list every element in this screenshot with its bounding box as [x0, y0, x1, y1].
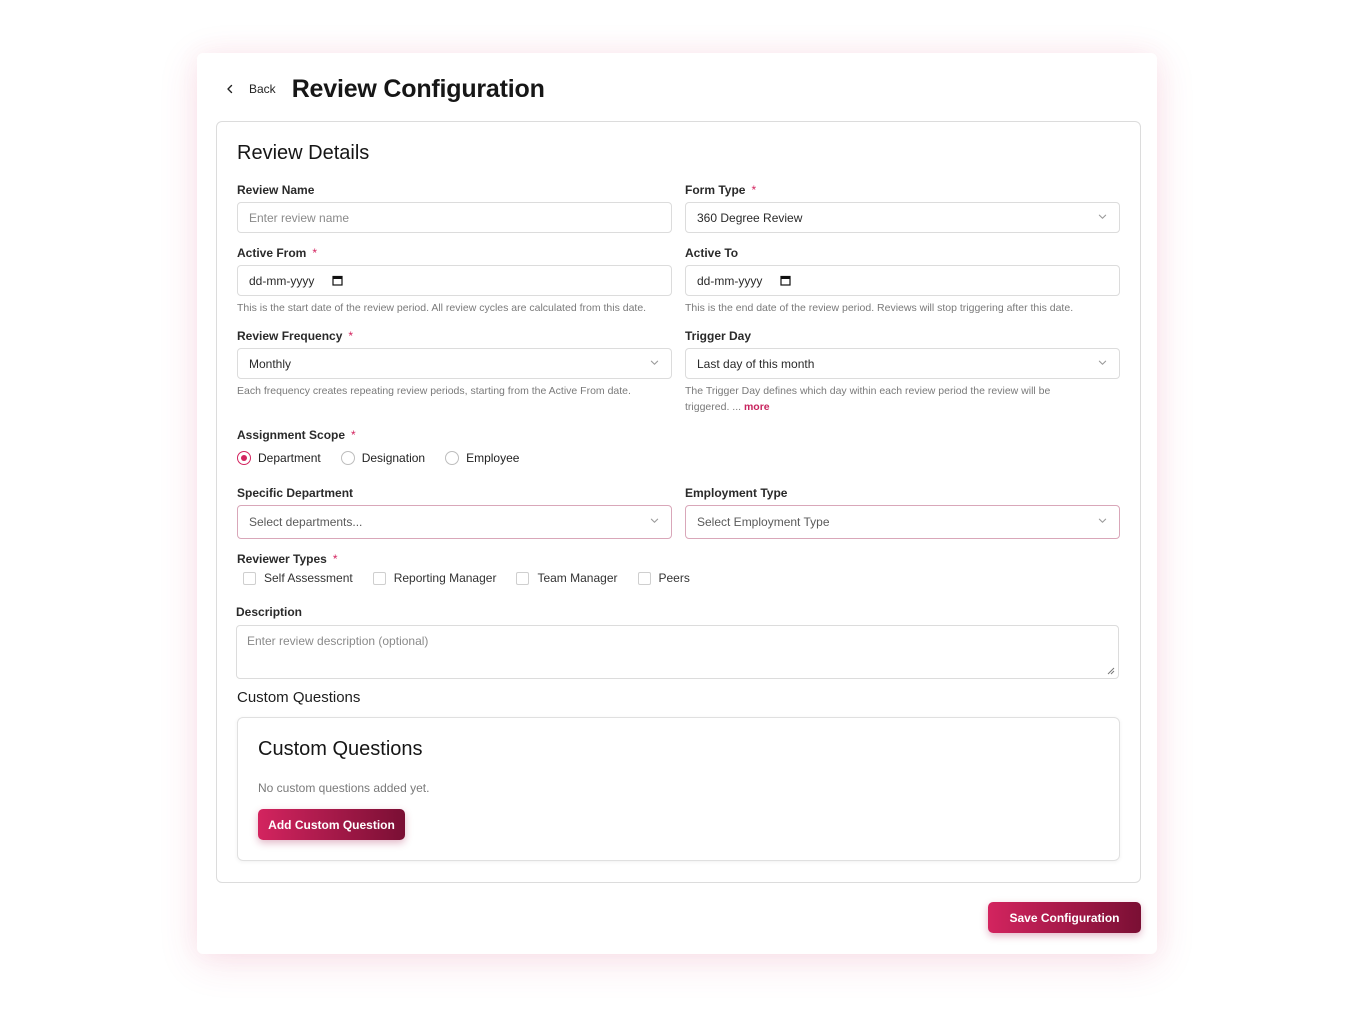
back-label: Back — [249, 82, 276, 96]
reviewer-types-label-text: Reviewer Types — [237, 552, 327, 566]
review-name-label: Review Name — [237, 183, 314, 197]
radio-department[interactable]: Department — [237, 451, 321, 465]
radio-label: Designation — [361, 451, 426, 465]
active-to-date-input[interactable]: dd-mm-yyyy — [685, 265, 1120, 296]
employment-type-label: Employment Type — [685, 486, 787, 500]
description-textarea[interactable]: Enter review description (optional) — [236, 625, 1119, 679]
chevron-down-icon — [650, 518, 659, 523]
active-to-label-text: Active To — [685, 246, 739, 260]
checkbox-team-manager[interactable]: Team Manager — [516, 571, 618, 585]
review-details-card: Review Details Review Name Enter review … — [216, 121, 1141, 883]
assignment-scope-radio-group: Department Designation Employee — [237, 451, 519, 465]
active-from-label-text: Active From — [237, 246, 307, 260]
trigger-day-label-text: Trigger Day — [685, 329, 752, 343]
checkbox-reporting-manager[interactable]: Reporting Manager — [372, 571, 497, 585]
checkbox-label: Reporting Manager — [393, 571, 497, 585]
trigger-day-label: Trigger Day — [685, 329, 751, 343]
active-from-help: This is the start date of the review per… — [237, 302, 647, 314]
empty-state-text: No custom questions added yet. — [258, 781, 430, 795]
chevron-left-icon — [227, 84, 233, 94]
page-title: Review Configuration — [291, 74, 545, 103]
calendar-icon[interactable] — [332, 275, 343, 286]
active-from-value: dd-mm-yyyy — [249, 273, 315, 288]
form-type-label: Form Type * — [685, 183, 756, 197]
required-marker: * — [332, 552, 338, 566]
radio-label: Department — [258, 451, 321, 465]
page-card: Back Review Configuration Review Details… — [197, 53, 1157, 954]
trigger-day-help-line1: The Trigger Day defines which day within… — [685, 385, 1051, 397]
active-from-date-input[interactable]: dd-mm-yyyy — [237, 265, 672, 296]
chevron-down-icon — [1098, 214, 1107, 219]
checkbox-label: Team Manager — [537, 571, 618, 585]
section-title: Review Details — [237, 142, 370, 164]
radio-employee[interactable]: Employee — [445, 451, 519, 465]
specific-department-placeholder: Select departments... — [249, 515, 363, 529]
trigger-day-help-line2: triggered. ... — [685, 401, 742, 413]
checkbox-box[interactable] — [637, 571, 651, 585]
assignment-scope-label-text: Assignment Scope — [237, 428, 346, 442]
save-configuration-button[interactable]: Save Configuration — [988, 902, 1141, 933]
active-to-label: Active To — [685, 246, 738, 260]
review-frequency-value: Monthly — [249, 356, 292, 371]
employment-type-select[interactable]: Select Employment Type — [685, 505, 1120, 539]
required-marker: * — [351, 428, 356, 442]
add-custom-question-button[interactable]: Add Custom Question — [258, 809, 405, 840]
checkbox-peers[interactable]: Peers — [637, 571, 690, 585]
review-frequency-label: Review Frequency * — [237, 329, 353, 343]
active-from-label: Active From * — [237, 246, 317, 260]
trigger-day-help: The Trigger Day defines which day within… — [685, 383, 1105, 415]
more-link[interactable]: more — [744, 401, 770, 413]
checkbox-label: Peers — [658, 571, 690, 585]
active-to-help: This is the end date of the review perio… — [685, 302, 1074, 314]
custom-questions-card: Custom Questions No custom questions add… — [237, 717, 1120, 861]
specific-department-select[interactable]: Select departments... — [237, 505, 672, 539]
page-header: Back Review Configuration — [225, 71, 545, 107]
form-type-label-text: Form Type — [685, 183, 746, 197]
back-button[interactable]: Back — [225, 82, 276, 96]
custom-questions-heading: Custom Questions — [237, 689, 361, 706]
calendar-icon[interactable] — [780, 275, 791, 286]
review-frequency-select[interactable]: Monthly — [237, 348, 672, 379]
assignment-scope-label: Assignment Scope * — [237, 428, 356, 442]
employment-type-placeholder: Select Employment Type — [697, 515, 830, 529]
specific-department-label-text: Specific Department — [237, 486, 354, 500]
specific-department-label: Specific Department — [237, 486, 353, 500]
review-name-label-text: Review Name — [237, 183, 315, 197]
checkbox-box[interactable] — [243, 571, 256, 585]
radio-selected-indicator[interactable] — [237, 451, 251, 465]
radio-indicator[interactable] — [445, 451, 460, 465]
custom-questions-card-title: Custom Questions — [258, 738, 423, 760]
description-placeholder: Enter review description (optional) — [247, 634, 429, 648]
reviewer-types-label: Reviewer Types * — [237, 552, 338, 566]
description-label: Description — [236, 605, 302, 619]
required-marker: * — [312, 246, 318, 260]
radio-label: Employee — [466, 451, 520, 465]
review-frequency-label-text: Review Frequency — [237, 329, 343, 343]
radio-indicator[interactable] — [340, 451, 355, 465]
review-name-input[interactable]: Enter review name — [237, 202, 672, 233]
resize-handle-icon[interactable] — [1107, 667, 1115, 675]
checkbox-box[interactable] — [372, 571, 386, 585]
form-type-value: 360 Degree Review — [697, 210, 803, 225]
description-label-text: Description — [236, 605, 303, 619]
reviewer-types-checkbox-group: Self Assessment Reporting Manager Team M… — [243, 571, 690, 585]
active-to-value: dd-mm-yyyy — [697, 273, 763, 288]
employment-type-label-text: Employment Type — [685, 486, 788, 500]
chevron-down-icon — [650, 360, 659, 365]
chevron-down-icon — [1098, 518, 1107, 523]
review-name-placeholder: Enter review name — [249, 210, 350, 225]
checkbox-self-assessment[interactable]: Self Assessment — [243, 571, 353, 585]
trigger-day-select[interactable]: Last day of this month — [685, 348, 1120, 379]
checkbox-box[interactable] — [516, 571, 530, 585]
review-frequency-help: Each frequency creates repeating review … — [237, 385, 631, 397]
form-type-select[interactable]: 360 Degree Review — [685, 202, 1120, 233]
required-marker: * — [348, 329, 354, 343]
radio-designation[interactable]: Designation — [340, 451, 426, 465]
required-marker: * — [751, 183, 757, 197]
trigger-day-value: Last day of this month — [697, 356, 815, 371]
checkbox-label: Self Assessment — [264, 571, 353, 585]
chevron-down-icon — [1098, 360, 1107, 365]
